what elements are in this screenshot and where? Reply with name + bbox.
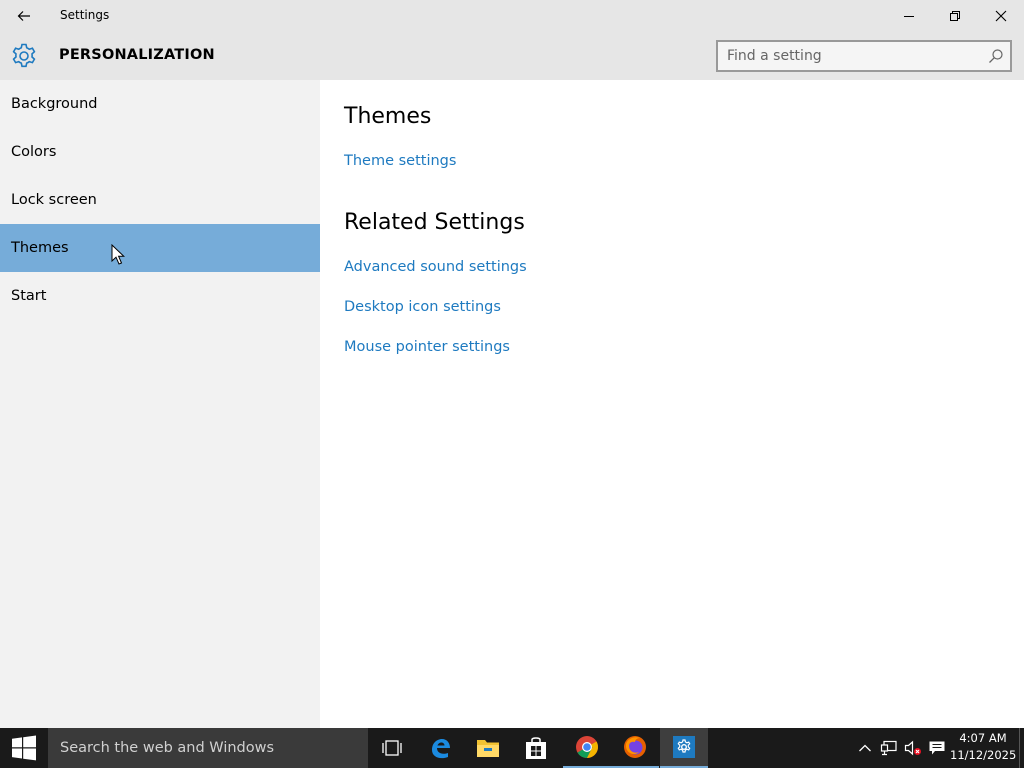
search-input[interactable]	[718, 42, 978, 70]
chrome-icon	[576, 736, 598, 758]
minimize-icon	[904, 16, 914, 17]
taskbar-search-box[interactable]: Search the web and Windows	[48, 728, 368, 768]
settings-tile	[673, 736, 695, 758]
clock-date: 11/12/2025	[950, 748, 1017, 762]
firefox-button[interactable]	[611, 728, 659, 768]
restore-icon	[950, 11, 960, 21]
firefox-icon	[624, 736, 646, 758]
sidebar-item-themes[interactable]: Themes	[0, 224, 320, 272]
find-setting-search[interactable]	[716, 40, 1012, 72]
store-button[interactable]	[512, 728, 560, 768]
clock-time: 4:07 AM	[959, 731, 1007, 745]
settings-header: PERSONALIZATION	[0, 32, 1024, 80]
clock[interactable]: 4:07 AM 11/12/2025	[950, 730, 1016, 766]
theme-settings-link[interactable]: Theme settings	[344, 153, 456, 169]
edge-button[interactable]	[416, 728, 464, 768]
sidebar-item-start[interactable]: Start	[0, 272, 320, 320]
close-icon	[995, 10, 1007, 22]
sidebar-item-lock-screen[interactable]: Lock screen	[0, 176, 320, 224]
advanced-sound-settings-link[interactable]: Advanced sound settings	[344, 259, 527, 275]
show-hidden-icons-button[interactable]	[854, 728, 876, 768]
action-center-icon	[929, 741, 945, 755]
sidebar-item-background[interactable]: Background	[0, 80, 320, 128]
search-icon[interactable]	[988, 48, 1004, 64]
store-icon	[526, 737, 546, 759]
file-explorer-icon	[477, 740, 499, 757]
settings-icon	[677, 739, 691, 753]
gear-icon	[12, 43, 36, 68]
task-view-icon	[382, 740, 402, 756]
sidebar: Background Colors Lock screen Themes Sta…	[0, 80, 320, 728]
file-explorer-button[interactable]	[464, 728, 512, 768]
taskbar: Search the web and Windows 4:07 AM 11/12…	[0, 728, 1024, 768]
mouse-pointer-settings-link[interactable]: Mouse pointer settings	[344, 339, 510, 355]
desktop-icon-settings-link[interactable]: Desktop icon settings	[344, 299, 501, 315]
back-button[interactable]	[8, 0, 40, 32]
themes-heading: Themes	[344, 104, 432, 129]
settings-taskbar-button[interactable]	[660, 728, 708, 768]
main-content: Themes Theme settings Related Settings A…	[320, 80, 1024, 728]
close-button[interactable]	[978, 0, 1024, 32]
restore-button[interactable]	[932, 0, 978, 32]
window-title: Settings	[60, 8, 110, 22]
action-center-button[interactable]	[926, 728, 948, 768]
volume-button[interactable]	[902, 728, 924, 768]
edge-icon	[432, 739, 450, 759]
start-button[interactable]	[0, 728, 48, 768]
related-settings-heading: Related Settings	[344, 210, 525, 235]
network-button[interactable]	[877, 728, 901, 768]
chrome-button[interactable]	[563, 728, 611, 768]
mouse-cursor-icon	[111, 244, 125, 265]
task-view-button[interactable]	[368, 728, 416, 768]
section-title: PERSONALIZATION	[59, 47, 215, 63]
back-arrow-icon	[17, 11, 30, 21]
sidebar-item-colors[interactable]: Colors	[0, 128, 320, 176]
minimize-button[interactable]	[886, 0, 932, 32]
title-bar: Settings	[0, 0, 1024, 32]
show-desktop-button[interactable]	[1019, 728, 1024, 768]
windows-logo-icon	[12, 735, 36, 761]
network-icon	[880, 740, 897, 756]
chevron-up-icon	[859, 744, 871, 752]
volume-muted-icon	[904, 740, 921, 756]
